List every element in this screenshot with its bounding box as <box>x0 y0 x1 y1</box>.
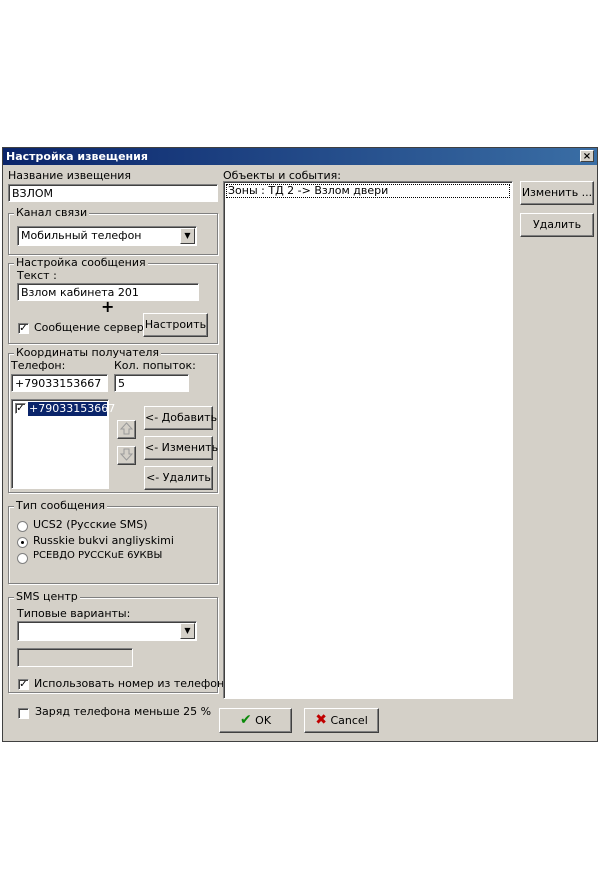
checkmark-icon: ✔ <box>239 712 252 728</box>
ok-label: OK <box>255 714 272 727</box>
move-up-button[interactable] <box>117 420 136 439</box>
phone-label: Телефон: <box>11 359 66 372</box>
window-title: Настройка извещения <box>6 150 148 163</box>
delete-object-button[interactable]: Удалить <box>520 213 594 237</box>
message-type-group: Тип сообщения UCS2 (Русские SMS) Russkie… <box>8 499 218 584</box>
cross-icon: ✖ <box>315 712 327 728</box>
list-item[interactable]: ✓ +79033153667 <box>14 402 116 416</box>
add-phone-button[interactable]: <- Добавить <box>144 406 217 430</box>
use-phone-number-label: Использовать номер из телефона <box>34 677 231 690</box>
server-message-label: Сообщение сервера <box>34 321 151 334</box>
configure-button[interactable]: Настроить <box>143 313 208 337</box>
radio-translit[interactable] <box>17 537 28 548</box>
ok-button[interactable]: ✔ OK <box>219 708 292 733</box>
chevron-down-icon[interactable]: ▼ <box>180 623 195 639</box>
objects-list[interactable]: Зоны : ТД 2 -> Взлом двери <box>223 181 513 699</box>
radio-pseudo-label: РСЕВДО РУССКuЕ 6УКВЫ <box>33 550 163 561</box>
variants-select[interactable]: ▼ <box>17 621 197 641</box>
radio-translit-label: Russkie bukvi angliyskimi <box>33 534 174 547</box>
move-down-button[interactable] <box>117 446 136 465</box>
phone-item-label: +79033153667 <box>28 402 116 416</box>
sms-center-number-input <box>17 648 133 667</box>
change-object-button[interactable]: Изменить ... <box>520 181 594 205</box>
radio-ucs2[interactable] <box>17 521 28 532</box>
arrow-up-icon <box>119 422 134 435</box>
phone-item-checkbox[interactable]: ✓ <box>15 403 26 414</box>
message-type-group-title: Тип сообщения <box>14 499 107 512</box>
message-text-label: Текст : <box>17 269 57 282</box>
phone-list[interactable]: ✓ +79033153667 <box>11 399 116 489</box>
phone-input[interactable]: +79033153667 <box>11 374 108 392</box>
variants-label: Типовые варианты: <box>17 607 131 620</box>
channel-group: Канал связи Мобильный телефон ▼ <box>8 206 218 255</box>
battery-checkbox[interactable] <box>18 708 29 719</box>
name-label: Название извещения <box>8 169 132 182</box>
use-phone-number-checkbox[interactable]: ✓ <box>18 679 29 690</box>
plus-icon: + <box>101 297 115 316</box>
edit-phone-button[interactable]: <- Изменить <box>144 436 218 460</box>
arrow-down-icon <box>119 448 134 461</box>
cancel-label: Cancel <box>330 714 368 727</box>
channel-group-title: Канал связи <box>14 206 90 219</box>
recipient-group-title: Координаты получателя <box>14 346 162 359</box>
channel-selected-value: Мобильный телефон <box>21 229 142 242</box>
message-group-title: Настройка сообщения <box>14 256 148 269</box>
sms-center-group: SMS центр Типовые варианты: ▼ ✓ Использо… <box>8 590 231 693</box>
radio-ucs2-label: UCS2 (Русские SMS) <box>33 518 148 531</box>
attempts-label: Кол. попыток: <box>114 359 196 372</box>
close-button[interactable]: × <box>580 150 594 162</box>
message-settings-group: Настройка сообщения Текст : Взлом кабине… <box>8 256 218 344</box>
cancel-button[interactable]: ✖ Cancel <box>304 708 379 733</box>
list-item[interactable]: Зоны : ТД 2 -> Взлом двери <box>226 184 510 198</box>
notification-settings-dialog: Настройка извещения × Название извещения… <box>2 147 598 742</box>
title-bar: Настройка извещения × <box>3 148 597 165</box>
chevron-down-icon[interactable]: ▼ <box>180 228 195 244</box>
sms-center-group-title: SMS центр <box>14 590 80 603</box>
channel-select[interactable]: Мобильный телефон ▼ <box>17 226 197 246</box>
attempts-input[interactable]: 5 <box>114 374 189 392</box>
radio-pseudo[interactable] <box>17 553 28 564</box>
recipient-group: Координаты получателя Телефон: Кол. попы… <box>8 346 218 493</box>
delete-phone-button[interactable]: <- Удалить <box>144 466 213 490</box>
name-input[interactable]: ВЗЛОМ <box>8 184 218 202</box>
server-message-checkbox[interactable]: ✓ <box>18 323 29 334</box>
battery-label: Заряд телефона меньше 25 % <box>35 705 212 718</box>
